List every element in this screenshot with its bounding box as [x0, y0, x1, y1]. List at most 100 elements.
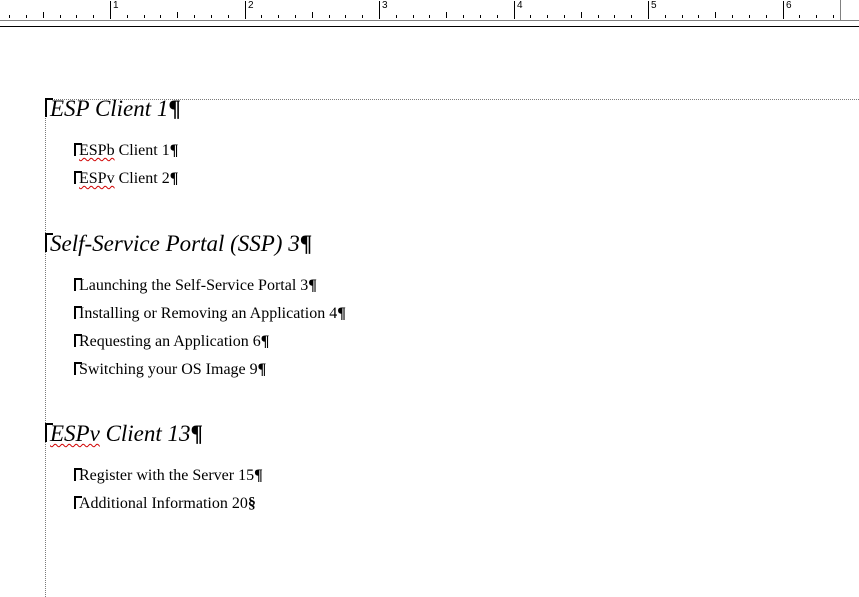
toc-entry[interactable]: ESPb Client 1¶ [74, 141, 178, 160]
pilcrow-mark: ¶ [254, 467, 263, 484]
toc-entry[interactable]: Register with the Server 15¶ [74, 466, 263, 485]
pilcrow-mark: ¶ [308, 277, 317, 294]
toc-heading[interactable]: Self-Service Portal (SSP) 3¶ [45, 231, 312, 257]
ruler-tick [816, 15, 817, 18]
ruler-tick [93, 15, 94, 18]
toc-heading[interactable]: ESP Client 1¶ [45, 96, 181, 122]
toc-entry-text: Client 2 [114, 170, 170, 187]
toc-heading-text: Client 1 [89, 96, 169, 121]
ruler-tick [26, 15, 27, 18]
ruler-tick [144, 15, 145, 18]
ruler-tick [245, 1, 246, 19]
toc-heading-prefix: ESP [50, 96, 90, 121]
ruler-tick [211, 15, 212, 18]
ruler-tick [598, 15, 599, 18]
toc-heading[interactable]: ESPv Client 13¶ [45, 421, 203, 447]
horizontal-ruler[interactable]: 1 2 3 4 5 6 [0, 0, 859, 21]
pilcrow-mark: ¶ [190, 421, 203, 446]
tab-marker-icon [45, 421, 53, 442]
tab-marker-icon [74, 141, 82, 156]
tab-marker-icon [74, 332, 82, 347]
toc-entry-text: Requesting an Application 6 [79, 333, 261, 350]
ruler-tick [530, 15, 531, 18]
ruler-tick [648, 1, 649, 19]
pilcrow-mark: ¶ [169, 170, 179, 187]
toc-heading-prefix: ESPv [50, 421, 100, 446]
pilcrow-mark: ¶ [257, 361, 267, 378]
pilcrow-mark: ¶ [337, 305, 346, 322]
toc-entry-prefix: ESPb [79, 142, 115, 159]
ruler-tick [295, 15, 296, 18]
tab-marker-icon [74, 494, 82, 509]
pilcrow-mark: ¶ [168, 96, 181, 121]
ruler-number: 3 [382, 0, 388, 11]
tab-marker-icon [74, 466, 82, 481]
toc-entry-text: Switching your OS Image 9 [79, 361, 258, 378]
tab-marker-icon [74, 360, 82, 375]
toc-entry[interactable]: Additional Information 20§ [74, 494, 256, 513]
ruler-tick [480, 15, 481, 18]
pilcrow-mark: ¶ [260, 333, 270, 350]
ruler-tick [581, 12, 582, 18]
ruler-tick [497, 15, 498, 18]
ruler-tick [9, 15, 10, 18]
ruler-tick [429, 15, 430, 18]
ruler-tick [329, 15, 330, 18]
pilcrow-mark: ¶ [169, 142, 179, 159]
toc-heading-text: Self-Service Portal (SSP) 3 [50, 231, 300, 256]
ruler-tick [698, 15, 699, 18]
header-separator [0, 26, 859, 27]
ruler-tick [446, 12, 447, 18]
ruler-tick [631, 15, 632, 18]
ruler-tick [766, 15, 767, 18]
ruler-number: 1 [113, 0, 119, 11]
toc-entry[interactable]: ESPv Client 2¶ [74, 169, 178, 188]
margin-guide-left [45, 99, 46, 597]
tab-marker-icon [74, 304, 82, 319]
toc-entry[interactable]: Switching your OS Image 9¶ [74, 360, 266, 379]
section-mark: § [247, 495, 256, 512]
ruler-tick [177, 12, 178, 18]
toc-entry-text: Client 1 [114, 142, 170, 159]
toc-entry[interactable]: Requesting an Application 6¶ [74, 332, 269, 351]
ruler-tick [278, 15, 279, 18]
ruler-tick [463, 15, 464, 18]
toc-entry-text: Launching the Self-Service Portal 3 [79, 277, 309, 294]
ruler-tick [110, 1, 111, 19]
ruler-tick [228, 15, 229, 18]
pilcrow-mark: ¶ [299, 231, 313, 256]
ruler-tick [665, 15, 666, 18]
toc-entry-text: Installing or Removing an Application 4 [79, 305, 338, 322]
ruler-end-box [840, 0, 859, 20]
toc-heading-text: Client 13 [99, 421, 191, 446]
toc-entry-text: Additional Information 20 [79, 495, 248, 512]
toc-entry-prefix: ESPv [79, 170, 115, 187]
ruler-tick [312, 12, 313, 18]
ruler-tick [379, 1, 380, 19]
ruler-tick [261, 15, 262, 18]
ruler-number: 6 [786, 0, 792, 11]
ruler-tick [732, 15, 733, 18]
ruler-tick [413, 15, 414, 18]
ruler-tick [715, 12, 716, 18]
ruler-number: 4 [517, 0, 523, 11]
tab-marker-icon [45, 96, 53, 117]
ruler-tick [345, 15, 346, 18]
toc-entry[interactable]: Installing or Removing an Application 4¶ [74, 304, 346, 323]
ruler-tick [362, 15, 363, 18]
ruler-tick [60, 15, 61, 18]
tab-marker-icon [74, 169, 82, 184]
ruler-tick [799, 15, 800, 18]
toc-entry[interactable]: Launching the Self-Service Portal 3¶ [74, 276, 317, 295]
ruler-tick [194, 15, 195, 18]
ruler-tick [43, 12, 44, 18]
ruler-tick [682, 15, 683, 18]
tab-marker-icon [45, 231, 53, 252]
ruler-tick [160, 15, 161, 18]
ruler-tick [547, 15, 548, 18]
ruler-tick [514, 1, 515, 19]
toc-entry-text: Register with the Server 15 [79, 467, 255, 484]
ruler-tick [749, 15, 750, 18]
ruler-tick [396, 15, 397, 18]
ruler-tick [783, 1, 784, 19]
